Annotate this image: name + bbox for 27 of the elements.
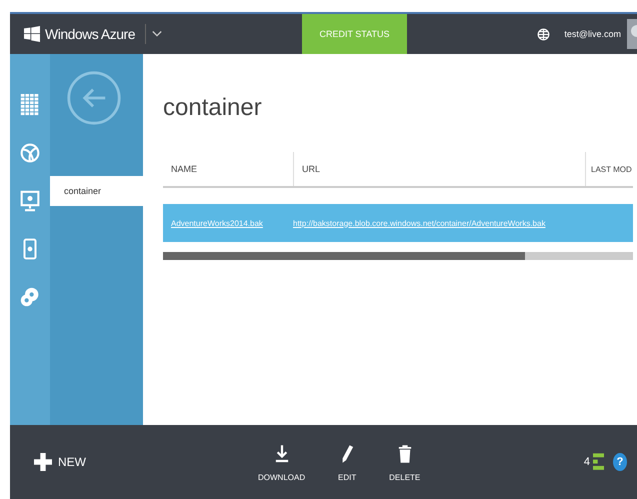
page-title: container bbox=[163, 94, 263, 122]
column-header[interactable]: URL bbox=[293, 152, 585, 186]
column-header[interactable]: LAST MOD bbox=[585, 152, 633, 186]
globe-icon[interactable] bbox=[537, 28, 550, 40]
monitor-icon[interactable] bbox=[20, 190, 40, 212]
notification-count[interactable]: 4 bbox=[584, 456, 590, 468]
edit-button[interactable]: EDIT bbox=[327, 442, 368, 482]
user-email[interactable]: test@live.com bbox=[564, 29, 621, 39]
delete-button[interactable]: DELETE bbox=[383, 442, 426, 482]
avatar-icon[interactable] bbox=[627, 19, 637, 49]
plus-icon bbox=[34, 453, 52, 471]
nav-item[interactable]: container bbox=[50, 176, 143, 206]
scrollbar-track[interactable] bbox=[163, 252, 633, 260]
column-header[interactable]: NAME bbox=[163, 152, 293, 186]
scrollbar-thumb[interactable] bbox=[163, 252, 525, 260]
brand-name: Windows Azure bbox=[45, 26, 135, 42]
chevron-down-icon[interactable] bbox=[152, 30, 162, 38]
download-icon bbox=[274, 442, 289, 464]
download-button[interactable]: DOWNLOAD bbox=[252, 442, 312, 482]
windows-logo-icon bbox=[24, 26, 40, 42]
trash-icon bbox=[398, 442, 412, 464]
pencil-icon bbox=[340, 442, 354, 464]
grid-icon[interactable] bbox=[20, 94, 40, 116]
table-cell-text: AdventureWorks2014.bak bbox=[170, 218, 264, 228]
table-cell: http://bakstorage.blob.core.windows.net/container/AdventureWorks.bak bbox=[293, 218, 546, 228]
new-button[interactable]: NEW bbox=[28, 452, 92, 472]
progress-bars-icon[interactable] bbox=[593, 453, 604, 471]
